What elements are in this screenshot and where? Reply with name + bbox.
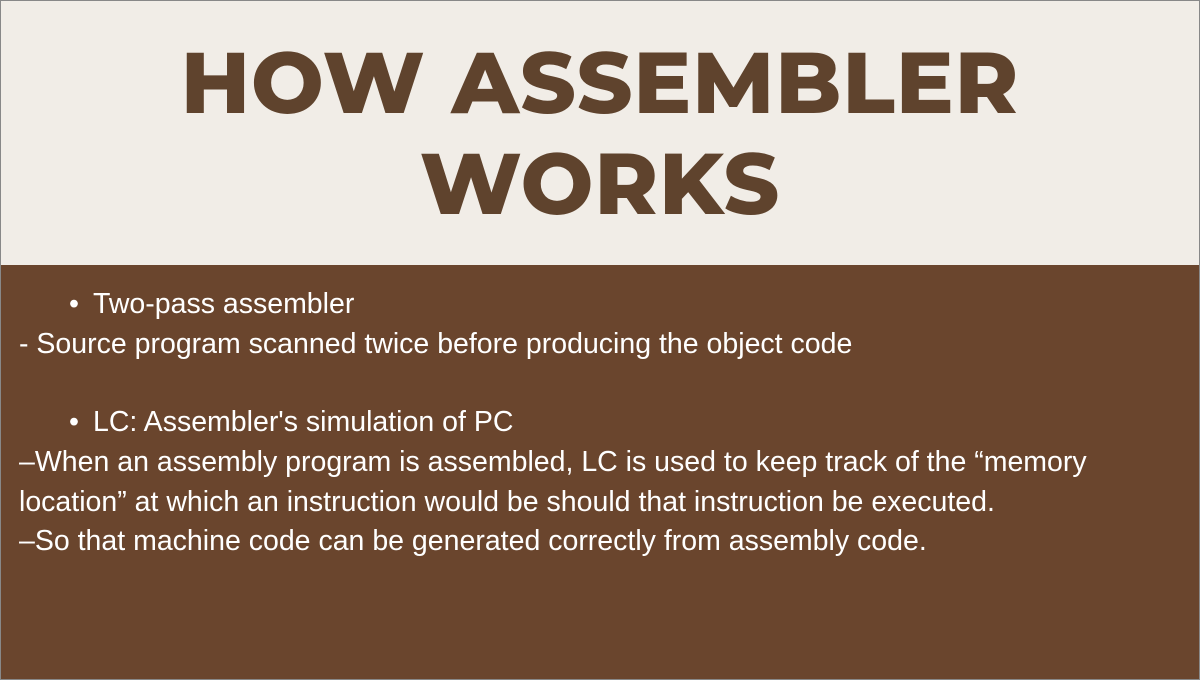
line-machine-code: –So that machine code can be generated c…: [19, 522, 1181, 562]
bullet-two-pass: Two-pass assembler: [19, 285, 1181, 325]
line-lc-track: –When an assembly program is assembled, …: [19, 443, 1181, 523]
slide-header: HOW ASSEMBLER WORKS: [1, 1, 1199, 265]
bullet-lc: LC: Assembler's simulation of PC: [19, 403, 1181, 443]
slide-body: Two-pass assembler - Source program scan…: [1, 265, 1199, 680]
spacer: [19, 365, 1181, 403]
slide-container: HOW ASSEMBLER WORKS Two-pass assembler -…: [0, 0, 1200, 680]
slide-title: HOW ASSEMBLER WORKS: [1, 32, 1199, 235]
line-source-scan: - Source program scanned twice before pr…: [19, 325, 1181, 365]
